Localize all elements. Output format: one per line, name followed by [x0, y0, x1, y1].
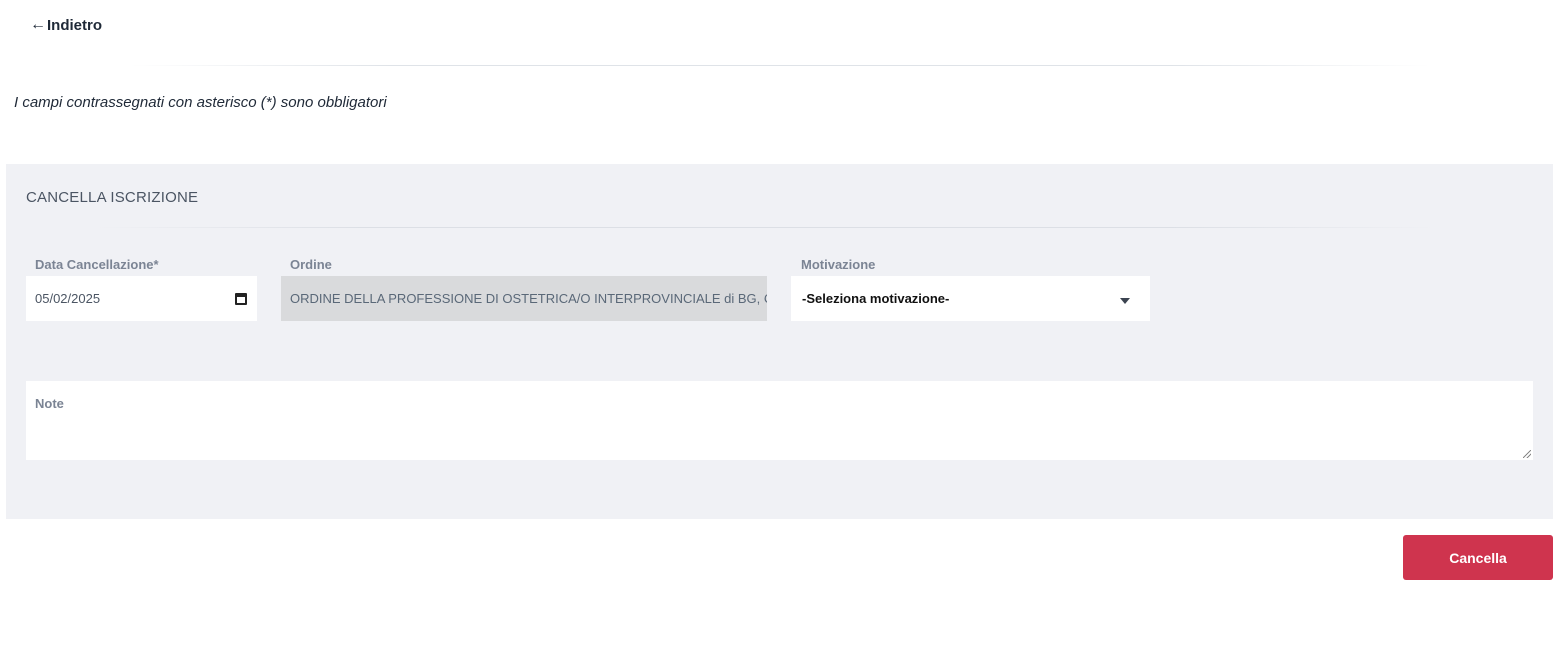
calendar-icon[interactable]	[235, 292, 247, 305]
cancel-button[interactable]: Cancella	[1403, 535, 1553, 580]
arrow-left-icon: ←	[30, 16, 46, 33]
cancellation-date-value: 05/02/2025	[35, 291, 101, 306]
cancel-registration-panel: CANCELLA ISCRIZIONE Data Cancellazione* …	[6, 164, 1553, 519]
note-label: Note	[35, 396, 64, 411]
motivazione-selected: -Seleziona motivazione-	[802, 291, 950, 306]
required-fields-note: I campi contrassegnati con asterisco (*)…	[14, 94, 387, 111]
panel-title: CANCELLA ISCRIZIONE	[26, 189, 199, 206]
ordine-label: Ordine	[290, 257, 332, 272]
cancellation-date-input[interactable]: 05/02/2025	[26, 276, 257, 321]
ordine-field: ORDINE DELLA PROFESSIONE DI OSTETRICA/O …	[281, 276, 767, 321]
back-link-label: Indietro	[47, 16, 102, 34]
caret-down-icon	[1120, 297, 1130, 304]
back-link[interactable]: ← Indietro	[30, 14, 102, 36]
top-divider	[130, 65, 1430, 66]
resize-handle-icon[interactable]	[1523, 450, 1531, 458]
note-textarea[interactable]: Note	[26, 381, 1533, 460]
motivazione-label: Motivazione	[801, 257, 876, 272]
panel-divider	[96, 227, 1436, 228]
date-label: Data Cancellazione*	[35, 257, 159, 272]
ordine-value: ORDINE DELLA PROFESSIONE DI OSTETRICA/O …	[290, 291, 767, 306]
motivazione-select[interactable]: -Seleziona motivazione-	[791, 276, 1150, 321]
